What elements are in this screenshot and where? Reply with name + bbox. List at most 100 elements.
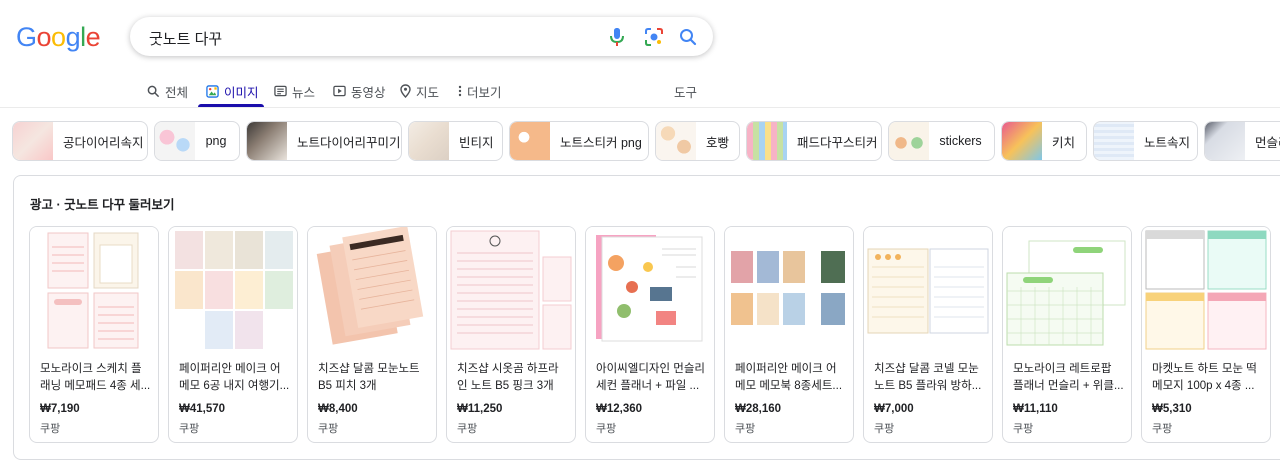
tab-label: 지도 bbox=[416, 85, 440, 100]
chip[interactable]: 먼슬리 bbox=[1204, 121, 1280, 161]
chip[interactable]: 호빵 bbox=[655, 121, 740, 161]
tab-maps[interactable]: 지도 bbox=[400, 72, 439, 108]
tab-videos[interactable]: 동영상 bbox=[333, 72, 386, 108]
chip-thumbnail bbox=[13, 122, 53, 160]
chip-label: 공다이어리속지 bbox=[63, 135, 144, 150]
search-icon[interactable] bbox=[676, 25, 700, 49]
chip-thumbnail bbox=[1002, 122, 1042, 160]
chip[interactable]: 키치 bbox=[1001, 121, 1087, 161]
chip-thumbnail bbox=[155, 122, 195, 160]
chip-thumbnail bbox=[510, 122, 550, 160]
google-logo[interactable]: Google bbox=[16, 22, 101, 53]
product-price: ₩28,160 bbox=[735, 403, 782, 415]
product-image bbox=[308, 227, 436, 354]
product-card[interactable]: 치즈샵 달콤 모눈노트 B5 피치 3개 ₩8,400 쿠팡 bbox=[307, 226, 437, 443]
chip-label: 노트다이어리꾸미기 bbox=[297, 135, 401, 150]
product-seller: 쿠팡 bbox=[318, 423, 339, 435]
product-image bbox=[1142, 227, 1270, 354]
chip[interactable]: 노트스티커 png bbox=[509, 121, 649, 161]
chip-label: 패드다꾸스티커 bbox=[797, 135, 878, 150]
tools-label: 도구 bbox=[674, 85, 698, 100]
product-image bbox=[30, 227, 158, 354]
ad-panel-title: 광고 · 굿노트 다꾸 둘러보기 bbox=[30, 198, 175, 212]
tab-all[interactable]: 전체 bbox=[147, 72, 188, 108]
chip-label: 빈티지 bbox=[459, 135, 494, 150]
active-tab-indicator bbox=[198, 104, 264, 107]
product-seller: 쿠팡 bbox=[457, 423, 478, 435]
product-card[interactable]: 아이씨엘디자인 먼슬리 세컨 플래너 + 파일 ... ₩12,360 쿠팡 bbox=[585, 226, 715, 443]
search-input[interactable]: 굿노트 다꾸 bbox=[149, 28, 222, 49]
product-price: ₩5,310 bbox=[1152, 403, 1192, 415]
camera-lens-icon[interactable] bbox=[642, 25, 666, 49]
product-price: ₩8,400 bbox=[318, 403, 358, 415]
chip[interactable]: stickers bbox=[888, 121, 995, 161]
product-card[interactable]: 모노라이크 스케치 플래닝 메모패드 4종 세... ₩7,190 쿠팡 bbox=[29, 226, 159, 443]
search-tabs: 전체 이미지 뉴스 동영상 지도 더보기 도구 bbox=[0, 72, 1280, 108]
product-price: ₩11,250 bbox=[457, 403, 503, 415]
product-image bbox=[725, 227, 853, 354]
tab-label: 뉴스 bbox=[292, 85, 316, 100]
chip-label: 노트스티커 png bbox=[560, 135, 642, 150]
product-title: 모노라이크 레트로팝 플래너 먼슬리 + 위클... bbox=[1013, 363, 1124, 392]
chip[interactable]: 노트다이어리꾸미기 bbox=[246, 121, 402, 161]
more-vert-icon bbox=[458, 85, 462, 97]
product-title: 치즈샵 달콤 모눈노트 B5 피치 3개 bbox=[318, 363, 420, 392]
product-price: ₩41,570 bbox=[179, 403, 226, 415]
chip-thumbnail bbox=[656, 122, 696, 160]
product-image bbox=[864, 227, 992, 354]
chip-label: 키치 bbox=[1052, 135, 1076, 150]
tools-button[interactable]: 도구 bbox=[674, 72, 697, 108]
chip-label: 노트속지 bbox=[1144, 135, 1191, 150]
product-card[interactable]: 치즈샵 시옷곰 하프라인 노트 B5 핑크 3개 ₩11,250 쿠팡 bbox=[446, 226, 576, 443]
tab-images[interactable]: 이미지 bbox=[206, 72, 259, 108]
chip-thumbnail bbox=[409, 122, 449, 160]
product-seller: 쿠팡 bbox=[735, 423, 756, 435]
chip[interactable]: 공다이어리속지 bbox=[12, 121, 148, 161]
tab-label: 더보기 bbox=[467, 85, 502, 100]
product-title: 아이씨엘디자인 먼슬리 세컨 플래너 + 파일 ... bbox=[596, 363, 705, 392]
tab-label: 동영상 bbox=[351, 85, 386, 100]
product-seller: 쿠팡 bbox=[874, 423, 895, 435]
product-price: ₩7,000 bbox=[874, 403, 914, 415]
tab-news[interactable]: 뉴스 bbox=[274, 72, 315, 108]
product-seller: 쿠팡 bbox=[596, 423, 617, 435]
image-icon bbox=[206, 84, 219, 98]
chip[interactable]: 노트속지 bbox=[1093, 121, 1198, 161]
chip-label: 호빵 bbox=[706, 135, 730, 150]
chip-thumbnail bbox=[1094, 122, 1134, 160]
product-title: 페이퍼리안 메이크 어 메모 6공 내지 여행기... bbox=[179, 363, 290, 392]
product-seller: 쿠팡 bbox=[1152, 423, 1173, 435]
chip-thumbnail bbox=[1205, 122, 1245, 160]
product-price: ₩11,110 bbox=[1013, 403, 1058, 415]
tab-label: 전체 bbox=[165, 85, 189, 100]
product-card[interactable]: 마켓노트 하트 모눈 떡메모지 100p x 4종 ... ₩5,310 쿠팡 bbox=[1141, 226, 1271, 443]
sponsored-products-panel: 광고 · 굿노트 다꾸 둘러보기 모노라이크 스케치 플래닝 메모패드 4종 세… bbox=[13, 175, 1280, 460]
tab-more[interactable]: 더보기 bbox=[458, 72, 502, 108]
chip[interactable]: png bbox=[154, 121, 240, 161]
chip-label: png bbox=[205, 134, 227, 148]
product-image bbox=[1003, 227, 1131, 354]
news-icon bbox=[274, 85, 287, 97]
map-pin-icon bbox=[400, 84, 411, 98]
header: Google 굿노트 다꾸 bbox=[0, 0, 1280, 72]
search-icon bbox=[147, 85, 160, 97]
product-price: ₩12,360 bbox=[596, 403, 643, 415]
chip[interactable]: 패드다꾸스티커 bbox=[746, 121, 882, 161]
product-card[interactable]: 페이퍼리안 메이크 어 메모 6공 내지 여행기... ₩41,570 쿠팡 bbox=[168, 226, 298, 443]
product-card[interactable]: 페이퍼리안 메이크 어 메모 메모북 8종세트... ₩28,160 쿠팡 bbox=[724, 226, 854, 443]
related-search-chips: 공다이어리속지 png 노트다이어리꾸미기 빈티지 노트스티커 png 호빵 패… bbox=[0, 121, 1280, 163]
product-seller: 쿠팡 bbox=[40, 423, 61, 435]
product-title: 치즈샵 달콤 코넬 모눈노트 B5 플라워 방하... bbox=[874, 363, 982, 392]
search-box[interactable]: 굿노트 다꾸 bbox=[130, 17, 713, 56]
product-image bbox=[586, 227, 714, 354]
microphone-icon[interactable] bbox=[605, 25, 629, 49]
product-card[interactable]: 치즈샵 달콤 코넬 모눈노트 B5 플라워 방하... ₩7,000 쿠팡 bbox=[863, 226, 993, 443]
product-card[interactable]: 모노라이크 레트로팝 플래너 먼슬리 + 위클... ₩11,110 쿠팡 bbox=[1002, 226, 1132, 443]
chip-thumbnail bbox=[889, 122, 929, 160]
video-icon bbox=[333, 85, 346, 97]
product-title: 모노라이크 스케치 플래닝 메모패드 4종 세... bbox=[40, 363, 151, 392]
product-image bbox=[169, 227, 297, 354]
product-seller: 쿠팡 bbox=[179, 423, 200, 435]
chip-label: 먼슬리 bbox=[1255, 135, 1280, 150]
chip[interactable]: 빈티지 bbox=[408, 121, 503, 161]
